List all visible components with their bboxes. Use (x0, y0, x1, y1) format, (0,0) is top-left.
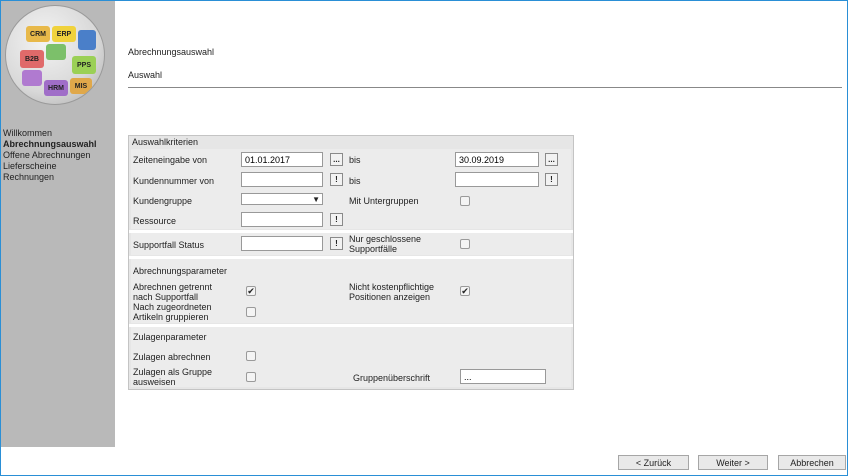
nav-item-rechnungen[interactable]: Rechnungen (3, 172, 97, 183)
billing-title: Abrechnungsparameter (133, 266, 228, 276)
supplements-group: Zulagenparameter Zulagen abrechnen Zulag… (131, 327, 571, 387)
gruppieren-label-line2: Artikeln gruppieren (133, 312, 209, 322)
zulagen-gruppe-checkbox[interactable] (246, 372, 256, 382)
gruppenueberschrift-input[interactable] (460, 369, 546, 384)
page-subtitle: Auswahl (128, 70, 163, 80)
logo-piece-green (46, 44, 66, 60)
logo-piece-purple (22, 70, 42, 86)
kostenpflichtig-label-line1: Nicht kostenpflichtige (349, 282, 435, 292)
zeiteneingabe-to-picker-button[interactable]: ... (545, 153, 558, 166)
logo-piece-erp: ERP (52, 26, 76, 42)
ressource-lookup-button[interactable]: ! (330, 213, 343, 226)
kundennummer-label: Kundennummer von (133, 176, 215, 186)
chevron-down-icon: ▼ (312, 195, 320, 204)
selection-panel: Auswahlkriterien Zeiteneingabe von ... b… (128, 135, 574, 390)
zeiteneingabe-bis-label: bis (349, 155, 361, 165)
zulagen-abrechnen-checkbox[interactable] (246, 351, 256, 361)
zeiteneingabe-label: Zeiteneingabe von (133, 155, 208, 165)
zulagen-abrechnen-label: Zulagen abrechnen (133, 352, 211, 362)
zeiteneingabe-to-input[interactable] (455, 152, 539, 167)
sidebar: CRM ERP B2B PPS HRM MIS Willkommen Abrec… (1, 1, 115, 447)
criteria-title: Auswahlkriterien (132, 137, 199, 147)
ressource-input[interactable] (241, 212, 323, 227)
getrennt-checkbox[interactable]: ✔ (246, 286, 256, 296)
zulagen-gruppe-label-line1: Zulagen als Gruppe (133, 367, 213, 377)
supportfall-input[interactable] (241, 236, 323, 251)
geschlossen-label-line2: Supportfälle (349, 244, 398, 254)
nav-item-lieferscheine[interactable]: Lieferscheine (3, 161, 97, 172)
back-button[interactable]: < Zurück (618, 455, 689, 470)
logo-piece-pps: PPS (72, 56, 96, 74)
gruppenueberschrift-label: Gruppenüberschrift (353, 373, 431, 383)
zeiteneingabe-from-picker-button[interactable]: ... (330, 153, 343, 166)
supportfall-label: Supportfall Status (133, 240, 205, 250)
logo-piece-blue (78, 30, 96, 50)
kostenpflichtig-checkbox[interactable]: ✔ (460, 286, 470, 296)
kundennummer-bis-label: bis (349, 176, 361, 186)
supportfall-lookup-button[interactable]: ! (330, 237, 343, 250)
getrennt-label-line2: nach Supportfall (133, 292, 199, 302)
geschlossen-label-line1: Nur geschlossene (349, 234, 422, 244)
untergruppen-label: Mit Untergruppen (349, 196, 419, 206)
criteria-group: Zeiteneingabe von ... bis ... Kundennumm… (131, 149, 571, 229)
kundengruppe-select[interactable]: ▼ (241, 193, 323, 205)
logo-piece-b2b: B2B (20, 50, 44, 68)
kundengruppe-label: Kundengruppe (133, 196, 193, 206)
zulagen-gruppe-label-line2: ausweisen (133, 377, 176, 387)
nav-item-willkommen[interactable]: Willkommen (3, 128, 97, 139)
header-divider (128, 87, 842, 88)
sidebar-nav: Willkommen Abrechnungsauswahl Offene Abr… (3, 128, 97, 183)
kundennummer-from-input[interactable] (241, 172, 323, 187)
kundennummer-to-lookup-button[interactable]: ! (545, 173, 558, 186)
nav-item-abrechnungsauswahl[interactable]: Abrechnungsauswahl (3, 139, 97, 150)
logo-piece-mis: MIS (70, 78, 92, 94)
logo-piece-crm: CRM (26, 26, 50, 42)
billing-group: Abrechnungsparameter Abrechnen getrennt … (131, 259, 571, 323)
cancel-button[interactable]: Abbrechen (778, 455, 846, 470)
supplements-title: Zulagenparameter (133, 332, 207, 342)
logo-piece-hrm: HRM (44, 80, 68, 96)
puzzle-globe-logo: CRM ERP B2B PPS HRM MIS (5, 5, 105, 105)
nav-item-offene-abrechnungen[interactable]: Offene Abrechnungen (3, 150, 97, 161)
supportfall-group: Supportfall Status ! Nur geschlossene Su… (131, 233, 571, 255)
page-title: Abrechnungsauswahl (128, 47, 215, 57)
zeiteneingabe-from-input[interactable] (241, 152, 323, 167)
ressource-label: Ressource (133, 216, 177, 226)
next-button[interactable]: Weiter > (698, 455, 768, 470)
gruppieren-label-line1: Nach zugeordneten (133, 302, 212, 312)
getrennt-label-line1: Abrechnen getrennt (133, 282, 213, 292)
kundennummer-to-input[interactable] (455, 172, 539, 187)
untergruppen-checkbox[interactable] (460, 196, 470, 206)
gruppieren-checkbox[interactable] (246, 307, 256, 317)
geschlossen-checkbox[interactable] (460, 239, 470, 249)
kostenpflichtig-label-line2: Positionen anzeigen (349, 292, 431, 302)
kundennummer-from-lookup-button[interactable]: ! (330, 173, 343, 186)
